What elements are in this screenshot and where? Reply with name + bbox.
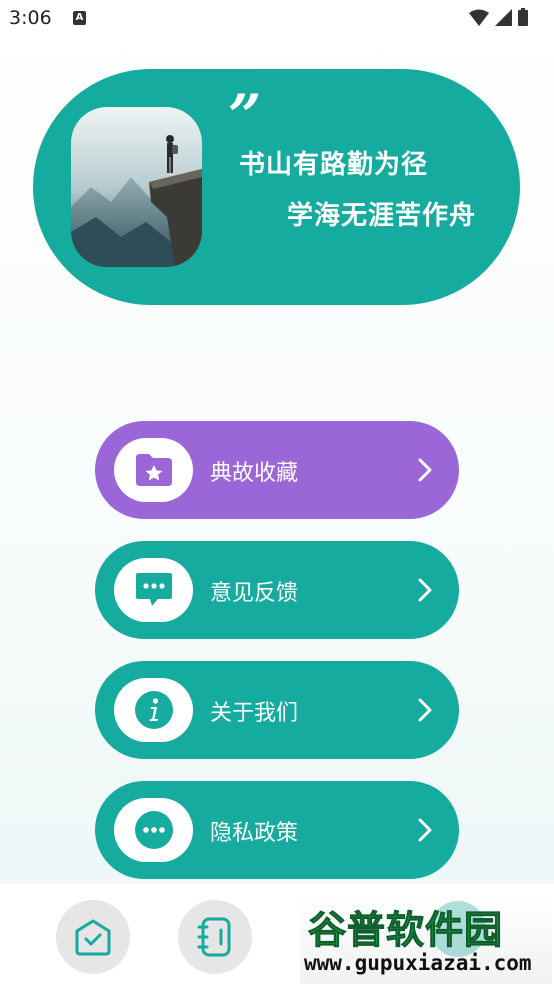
chevron-right-icon xyxy=(418,818,432,842)
menu-icon-container xyxy=(114,678,193,742)
watermark: 谷普软件园 www.gupuxiazai.com xyxy=(300,895,552,984)
mountain-cliff-hiker-image xyxy=(71,107,202,267)
poem-line-1: 书山有路勤为径 xyxy=(239,150,429,180)
chevron-right-icon xyxy=(418,698,432,722)
privacy-policy-button[interactable]: 隐私政策 xyxy=(95,781,459,879)
notification-icon: A xyxy=(73,11,86,25)
nav-notebook-button[interactable] xyxy=(178,900,252,974)
home-check-icon xyxy=(75,919,111,956)
watermark-url: www.gupuxiazai.com xyxy=(304,951,532,975)
folder-star-icon xyxy=(135,454,172,486)
status-icons xyxy=(469,8,528,26)
menu-icon-container xyxy=(114,558,193,622)
battery-icon xyxy=(518,8,528,26)
menu-label-about: 关于我们 xyxy=(210,701,299,726)
quote-mark: ” xyxy=(228,82,262,150)
chevron-right-icon xyxy=(418,578,432,602)
watermark-title: 谷普软件园 xyxy=(307,908,504,953)
notebook-icon xyxy=(197,917,231,957)
menu-label-favorites: 典故收藏 xyxy=(210,461,299,486)
menu-icon-container xyxy=(114,438,193,502)
more-dots-icon xyxy=(134,811,173,849)
status-bar: 3:06 A xyxy=(0,0,554,40)
signal-icon xyxy=(495,8,512,26)
wifi-icon xyxy=(469,9,489,26)
chevron-right-icon xyxy=(418,458,432,482)
info-icon xyxy=(134,691,173,729)
poem-line-2: 学海无涯苦作舟 xyxy=(287,201,477,231)
menu-label-privacy: 隐私政策 xyxy=(210,821,299,846)
menu-label-feedback: 意见反馈 xyxy=(210,581,299,606)
hero-quote-card: ” 书山有路勤为径 学海无涯苦作舟 xyxy=(33,69,520,305)
feedback-button[interactable]: 意见反馈 xyxy=(95,541,459,639)
status-time: 3:06 xyxy=(9,7,52,29)
menu-icon-container xyxy=(114,798,193,862)
favorites-button[interactable]: 典故收藏 xyxy=(95,421,459,519)
about-us-button[interactable]: 关于我们 xyxy=(95,661,459,759)
nav-home-button[interactable] xyxy=(56,900,130,974)
chat-bubble-icon xyxy=(135,573,172,606)
